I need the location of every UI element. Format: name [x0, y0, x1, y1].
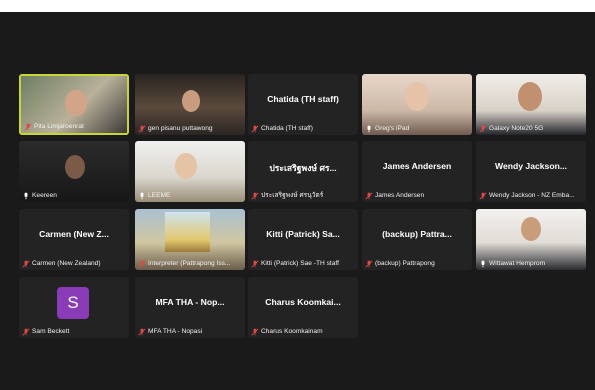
participant-display-name: Kitti (Patrick) Sa...: [266, 229, 340, 239]
participant-face: [521, 217, 541, 241]
participant-name: gen pisanu puttawong: [148, 125, 213, 132]
mic-muted-icon: [251, 259, 259, 268]
mic-icon: [138, 192, 146, 200]
participant-name: Kitti (Patrick) Sae -TH staff: [261, 260, 339, 267]
mic-muted-icon: [138, 327, 146, 336]
mic-muted-icon: [22, 259, 30, 268]
participant-name-bar: ประเสริฐพงษ์ ศรนุวัตร์: [251, 191, 355, 200]
participant-name: James Andersen: [375, 192, 425, 199]
participant-name-bar: James Andersen: [365, 191, 469, 200]
participant-name: Chatida (TH staff): [261, 125, 313, 132]
participant-name-bar: Kitti (Patrick) Sae -TH staff: [251, 259, 355, 268]
participant-name-bar: LEEME: [138, 191, 242, 200]
participant-tile[interactable]: Chatida (TH staff) Chatida (TH staff): [248, 74, 358, 135]
participant-name-bar: (backup) Pattrapong: [365, 259, 469, 268]
participant-face: [405, 82, 429, 111]
participant-name-bar: MFA THA - Nopasi: [138, 327, 242, 336]
participant-tile[interactable]: MFA THA - Nop... MFA THA - Nopasi: [135, 277, 245, 338]
participant-tile[interactable]: Carmen (New Z... Carmen (New Zealand): [19, 209, 129, 270]
mic-muted-icon: [479, 191, 487, 200]
participant-name-bar: Charus Koomkainam: [251, 327, 355, 336]
mic-muted-icon: [138, 124, 146, 133]
participant-name-bar: Galaxy Note20 5G: [479, 124, 583, 133]
participant-display-name: ประเสริฐพงษ์ ศร...: [269, 163, 337, 173]
participant-face: [518, 82, 542, 111]
participant-avatar: S: [57, 287, 89, 319]
participant-name: Wendy Jackson - NZ Emba...: [489, 192, 575, 199]
participant-name-bar: Interpreter (Pattrapong Iss...: [138, 259, 242, 268]
participant-display-name: MFA THA - Nop...: [155, 297, 225, 307]
participant-name: Galaxy Note20 5G: [489, 125, 544, 132]
participant-display-name: Wendy Jackson...: [495, 161, 567, 171]
mic-muted-icon: [22, 327, 30, 336]
participant-name-bar: Sam Beckett: [22, 327, 126, 336]
mic-muted-icon: [365, 259, 373, 268]
mic-muted-icon: [24, 122, 32, 131]
participant-name-bar: Keereen: [22, 191, 126, 200]
participant-name: Wittawat Hemprom: [489, 260, 546, 267]
participant-tile[interactable]: Greg's iPad: [362, 74, 472, 135]
participant-tile[interactable]: Pita Limjaroenrat: [19, 74, 129, 135]
participant-face: [182, 90, 200, 112]
mic-muted-icon: [251, 327, 259, 336]
participant-name: MFA THA - Nopasi: [148, 328, 203, 335]
participant-display-name: Charus Koomkai...: [265, 297, 341, 307]
participant-name-bar: Wittawat Hemprom: [479, 259, 583, 268]
participant-name: Charus Koomkainam: [261, 328, 323, 335]
participant-display-name: James Andersen: [382, 161, 452, 171]
participant-name: ประเสริฐพงษ์ ศรนุวัตร์: [261, 192, 324, 199]
participant-tile[interactable]: Wendy Jackson... Wendy Jackson - NZ Emba.…: [476, 141, 586, 202]
shared-image: [165, 212, 210, 252]
participant-display-name: Chatida (TH staff): [267, 94, 339, 104]
participant-name-bar: Chatida (TH staff): [251, 124, 355, 133]
mic-icon: [365, 125, 373, 133]
participant-tile[interactable]: Interpreter (Pattrapong Iss...: [135, 209, 245, 270]
zoom-meeting-window: Pita Limjaroenrat gen pisanu puttawong Cha…: [0, 0, 595, 390]
participant-display-name: (backup) Pattra...: [382, 229, 452, 239]
participant-display-name: Carmen (New Z...: [39, 229, 109, 239]
participant-tile[interactable]: Kitti (Patrick) Sa... Kitti (Patrick) Sae…: [248, 209, 358, 270]
participant-tile[interactable]: LEEME: [135, 141, 245, 202]
participant-tile[interactable]: S Sam Beckett: [19, 277, 129, 338]
gallery-grid: Pita Limjaroenrat gen pisanu puttawong Cha…: [0, 0, 595, 390]
mic-muted-icon: [251, 124, 259, 133]
participant-name-bar: gen pisanu puttawong: [138, 124, 242, 133]
participant-face: [65, 90, 87, 117]
participant-name: Carmen (New Zealand): [32, 260, 101, 267]
participant-tile[interactable]: Galaxy Note20 5G: [476, 74, 586, 135]
participant-tile[interactable]: Wittawat Hemprom: [476, 209, 586, 270]
participant-name: Greg's iPad: [375, 125, 410, 132]
participant-name: LEEME: [148, 192, 171, 199]
participant-name-bar: Carmen (New Zealand): [22, 259, 126, 268]
mic-icon: [479, 260, 487, 268]
mic-muted-icon: [479, 124, 487, 133]
mic-icon: [22, 192, 30, 200]
participant-name: (backup) Pattrapong: [375, 260, 435, 267]
participant-name-bar: Pita Limjaroenrat: [24, 122, 124, 131]
participant-name: Sam Beckett: [32, 328, 70, 335]
participant-name: Keereen: [32, 192, 57, 199]
participant-tile[interactable]: gen pisanu puttawong: [135, 74, 245, 135]
participant-name: Pita Limjaroenrat: [34, 123, 84, 130]
participant-tile[interactable]: James Andersen James Andersen: [362, 141, 472, 202]
participant-face: [65, 155, 85, 179]
participant-tile[interactable]: ประเสริฐพงษ์ ศร... ประเสริฐพงษ์ ศรนุวัตร์: [248, 141, 358, 202]
participant-name: Interpreter (Pattrapong Iss...: [148, 260, 231, 267]
participant-face: [175, 153, 197, 180]
participant-tile[interactable]: (backup) Pattra... (backup) Pattrapong: [362, 209, 472, 270]
mic-muted-icon: [251, 191, 259, 200]
participant-name-bar: Wendy Jackson - NZ Emba...: [479, 191, 583, 200]
participant-tile[interactable]: Keereen: [19, 141, 129, 202]
participant-tile[interactable]: Charus Koomkai... Charus Koomkainam: [248, 277, 358, 338]
participant-name-bar: Greg's iPad: [365, 124, 469, 133]
mic-muted-icon: [138, 259, 146, 268]
mic-muted-icon: [365, 191, 373, 200]
